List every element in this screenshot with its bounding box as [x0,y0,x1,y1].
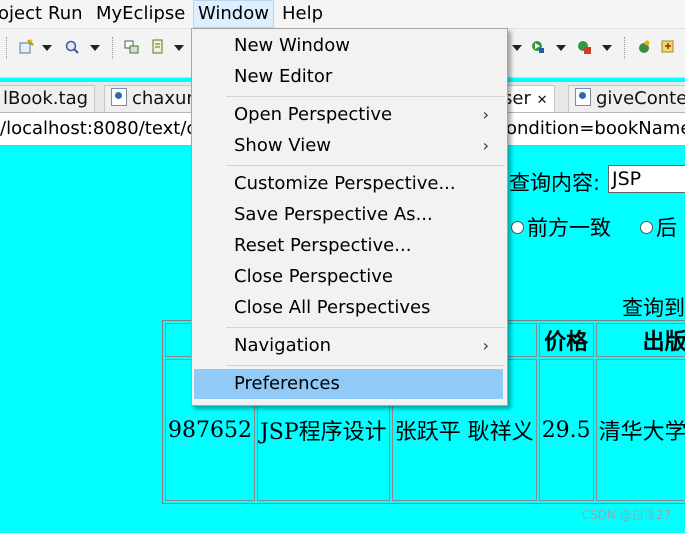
run-external-icon[interactable] [576,39,592,55]
table-header: 价格 [538,323,594,357]
chevron-down-icon[interactable] [42,45,52,51]
menu-item-label: New Window [234,35,350,56]
tab-chaxun[interactable]: chaxun [104,85,205,112]
menu-bar: oject Run MyEclipse Window Help [0,0,685,29]
tab-label: giveConter [596,88,685,109]
menu-item-label: Close All Perspectives [234,297,431,318]
chevron-down-icon[interactable] [512,45,522,51]
menu-separator [226,96,505,97]
tab-label: chaxun [132,88,198,109]
menu-item-label: Reset Perspective... [234,235,412,256]
tab-label: lBook.tag [3,88,89,109]
deploy-icon[interactable] [124,39,140,55]
chevron-right-icon: › [482,336,489,355]
toolbar-separator [624,37,627,59]
open-type-icon[interactable] [660,39,676,55]
menu-myeclipse[interactable]: MyEclipse [92,0,189,28]
menu-item-label: Preferences [234,373,340,394]
toolbar-separator [6,37,9,59]
menu-run[interactable]: Run [44,0,87,28]
menu-item-new-editor[interactable]: New Editor [194,62,503,92]
result-count-text: 查询到 [622,296,685,320]
chevron-down-icon[interactable] [174,45,184,51]
menu-item-label: Save Perspective As... [234,204,433,225]
debug-icon[interactable] [530,39,546,55]
menu-item-save-perspective-as[interactable]: Save Perspective As... [194,200,503,230]
query-input-value: JSP [612,168,642,190]
menu-separator [226,365,505,366]
query-input[interactable]: JSP [608,165,685,193]
url-text-left: /localhost:8080/text/c [0,118,197,139]
java-file-icon [111,88,127,106]
menu-item-label: Show View [234,135,332,156]
tab-book-tag[interactable]: lBook.tag [0,85,96,112]
menu-item-reset-perspective[interactable]: Reset Perspective... [194,231,503,261]
java-file-icon [575,88,591,106]
menu-item-label: Customize Perspective... [234,173,456,194]
menu-item-label: Open Perspective [234,104,393,125]
table-cell: 29.5 [538,359,594,501]
menu-help[interactable]: Help [278,0,327,28]
radio-suffix-match[interactable]: 后 [640,212,677,242]
menu-item-close-all-perspectives[interactable]: Close All Perspectives [194,293,503,323]
tab-give-content[interactable]: giveConter [568,85,685,112]
radio-label: 后 [656,216,677,240]
toolbar-separator [112,37,115,59]
menu-window[interactable]: Window [193,0,274,28]
menu-item-new-window[interactable]: New Window [194,31,503,61]
search-icon[interactable] [64,39,80,55]
chevron-right-icon: › [482,136,489,155]
chevron-down-icon[interactable] [556,45,566,51]
menu-item-customize-perspective[interactable]: Customize Perspective... [194,169,503,199]
menu-separator [226,165,505,166]
radio-prefix-match[interactable]: 前方一致 [511,212,611,242]
chevron-down-icon[interactable] [602,45,612,51]
chevron-right-icon: › [482,105,489,124]
close-icon[interactable]: ✕ [537,93,548,108]
menu-item-label: Close Perspective [234,266,394,287]
menu-item-close-perspective[interactable]: Close Perspective [194,262,503,292]
menu-project[interactable]: oject [0,0,46,28]
new-class-icon[interactable] [636,39,652,55]
menu-item-label: New Editor [234,66,333,87]
window-menu-dropdown: New Window New Editor Open Perspective › … [191,28,508,406]
watermark: CSDN @白泽27 [581,508,671,522]
server-icon[interactable] [150,39,166,55]
menu-item-open-perspective[interactable]: Open Perspective › [194,100,503,130]
chevron-down-icon[interactable] [90,45,100,51]
query-label: 查询内容: [509,171,601,195]
menu-item-show-view[interactable]: Show View › [194,131,503,161]
url-text-right: ondition=bookName [506,118,685,139]
new-wizard-icon[interactable] [18,39,34,55]
table-cell: 清华大学 [595,359,685,501]
table-header: 出版 [595,323,685,357]
menu-separator [226,327,505,328]
radio-label: 前方一致 [527,216,611,240]
menu-item-label: Navigation [234,335,332,356]
menu-item-navigation[interactable]: Navigation › [194,331,503,361]
radio-button[interactable] [511,221,524,234]
menu-item-preferences[interactable]: Preferences [194,369,503,399]
radio-button[interactable] [640,221,653,234]
